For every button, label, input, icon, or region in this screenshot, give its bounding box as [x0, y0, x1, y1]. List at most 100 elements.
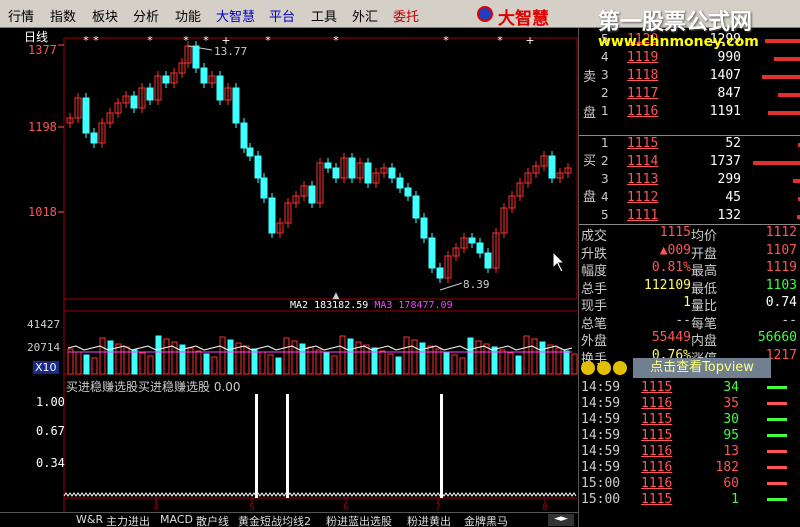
indicator-tab-bar: W&R 主力进出 MACD 散户线 黄金短战均线2 粉进蓝出选股 粉进黄出 金牌黑马 ◄►	[0, 512, 578, 527]
tick-volume: 30	[723, 412, 739, 427]
menu-item-5[interactable]: 大智慧	[216, 6, 255, 25]
volume-bar	[499, 349, 506, 375]
indicator-tab[interactable]: 金牌黑马	[462, 513, 510, 527]
candle-body	[162, 75, 170, 84]
volume-bar	[91, 357, 98, 375]
indicator-tab[interactable]: 主力进出	[104, 513, 152, 527]
volume-bar	[67, 348, 74, 375]
tick-price[interactable]: 1116	[641, 460, 672, 475]
volume-bar	[491, 346, 498, 375]
candle-body	[484, 252, 492, 269]
menu-item-7[interactable]: 工具	[311, 6, 337, 25]
volume-bar	[267, 354, 274, 375]
candle-body	[388, 167, 396, 179]
candle-body	[428, 237, 436, 269]
menu-item-0[interactable]: 行情	[8, 6, 34, 25]
indicator-tick-label: 1.00	[36, 395, 65, 409]
candle-body	[254, 155, 262, 179]
kline-chart-area[interactable]: 13.77 8.39 * * * * * + * * * * + ▲ 4 5 6 7 8 日线 1377 1198 …	[0, 28, 578, 512]
volume-bar	[507, 352, 514, 375]
watermark-title: 第一股票公式网	[598, 10, 753, 35]
candle-body	[332, 167, 340, 179]
circle-icon[interactable]	[597, 361, 611, 375]
volume-bar	[259, 351, 266, 375]
stat-value: 112109	[644, 277, 691, 293]
x-tick-label: 8	[542, 503, 548, 512]
tick-price[interactable]: 1116	[641, 444, 672, 459]
bid-price[interactable]: 1114	[627, 154, 658, 169]
volume-bar	[523, 335, 530, 375]
ask-volume: 1407	[709, 68, 741, 83]
bid-price[interactable]: 1111	[627, 208, 658, 223]
sell-label: 卖	[583, 70, 597, 85]
menu-item-9[interactable]: 委托	[393, 6, 419, 25]
menu-item-6[interactable]: 平台	[269, 6, 295, 25]
stat-label: 现手	[581, 299, 608, 314]
tick-marker	[767, 498, 787, 501]
x-tick-label: 4	[153, 503, 159, 512]
tick-price[interactable]: 1115	[641, 428, 672, 443]
indicator-tab[interactable]: 粉进黄出	[405, 513, 453, 527]
volume-bar	[307, 346, 314, 375]
scroll-arrows-icon[interactable]: ◄►	[548, 514, 574, 526]
candle-body	[260, 177, 268, 199]
menu-item-4[interactable]: 功能	[175, 6, 201, 25]
ask-price[interactable]: 1116	[627, 104, 658, 119]
candle-body	[396, 177, 404, 189]
menu-item-8[interactable]: 外汇	[352, 6, 378, 25]
bid-level: 2	[601, 154, 609, 168]
circle-icon[interactable]	[613, 361, 627, 375]
bid-price[interactable]: 1113	[627, 172, 658, 187]
indicator-tab[interactable]: 散户线	[194, 513, 231, 527]
indicator-tab[interactable]: MACD	[158, 513, 195, 526]
tick-price[interactable]: 1116	[641, 396, 672, 411]
stat-label: 总笔	[581, 316, 608, 332]
candle-body	[246, 147, 254, 157]
signal-marker-icon: +	[525, 34, 534, 47]
tick-time: 14:59	[581, 412, 621, 427]
candle-body	[192, 45, 200, 69]
bid-price[interactable]: 1115	[627, 136, 658, 151]
tick-price[interactable]: 1116	[641, 476, 672, 491]
indicator-title: 买进稳赚选股买进稳赚选股 0.00	[66, 380, 241, 394]
topview-button[interactable]: 点击查看Topview	[633, 358, 771, 378]
candle-body	[90, 132, 98, 144]
bid-price[interactable]: 1112	[627, 190, 658, 205]
volume-bar	[283, 337, 290, 375]
tick-volume: 60	[723, 476, 739, 491]
signal-bar	[255, 394, 258, 498]
stat-label: 每笔	[691, 316, 718, 332]
x-tick-label: 6	[343, 503, 349, 512]
sell-label: 盘	[583, 106, 597, 121]
bid-row: 3 1113 299	[579, 172, 800, 190]
bid-depth-bar	[793, 179, 800, 183]
indicator-tab[interactable]: W&R	[74, 513, 105, 526]
candle-body	[232, 87, 240, 124]
tick-price[interactable]: 1115	[641, 412, 672, 427]
volume-bar	[419, 342, 426, 375]
bid-volume: 1737	[709, 154, 741, 169]
tick-price[interactable]: 1115	[641, 380, 672, 395]
ask-price[interactable]: 1117	[627, 86, 658, 101]
signal-marker-icon: *	[265, 34, 271, 47]
stat-row: 成交 1115 均价 1112	[579, 225, 800, 244]
bid-volume: 132	[717, 208, 741, 223]
ask-price[interactable]: 1118	[627, 68, 658, 83]
indicator-tab[interactable]: 黄金短战均线2	[236, 513, 313, 527]
menu-item-1[interactable]: 指数	[50, 6, 76, 25]
candle-body	[240, 122, 248, 149]
ma2-value: 183182.59	[314, 300, 369, 311]
menu-item-3[interactable]: 分析	[133, 6, 159, 25]
volume-bar	[443, 351, 450, 375]
signal-marker-icon: *	[93, 34, 99, 47]
indicator-tab[interactable]: 粉进蓝出选股	[324, 513, 394, 527]
candle-body	[268, 197, 276, 234]
tick-price[interactable]: 1115	[641, 492, 672, 507]
tick-time: 14:59	[581, 396, 621, 411]
circle-icon[interactable]	[581, 361, 595, 375]
kline-chart-svg[interactable]: 13.778.39* * * * * + * * * * +▲4 5 6 7 8	[0, 28, 578, 512]
menu-item-2[interactable]: 板块	[92, 6, 118, 25]
signal-bar	[286, 394, 289, 498]
volume-bar	[107, 340, 114, 375]
mouse-cursor-icon	[552, 250, 566, 273]
